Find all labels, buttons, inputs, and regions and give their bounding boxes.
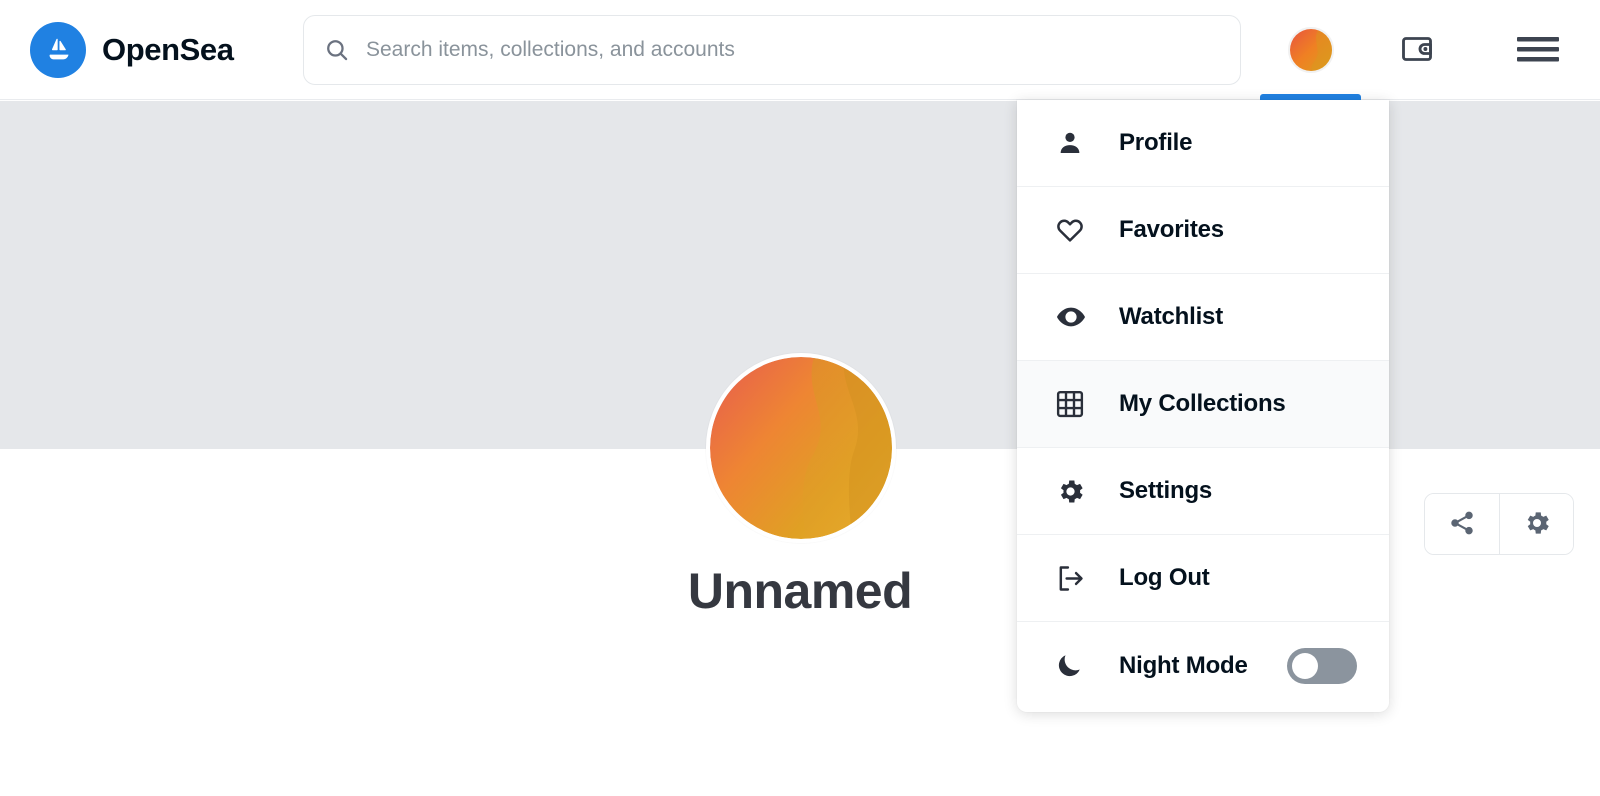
menu-item-favorites[interactable]: Favorites <box>1017 187 1389 274</box>
opensea-sailboat-logo-icon <box>30 21 86 78</box>
share-button[interactable] <box>1425 494 1499 554</box>
hamburger-menu-icon <box>1517 33 1559 68</box>
menu-item-profile[interactable]: Profile <box>1017 100 1389 187</box>
menu-item-settings[interactable]: Settings <box>1017 448 1389 535</box>
search-icon <box>324 37 350 63</box>
account-dropdown-menu: Profile Favorites Watchlist My Collectio… <box>1017 100 1389 712</box>
menu-item-label: Settings <box>1119 477 1213 504</box>
menu-item-label: Profile <box>1119 129 1193 156</box>
toggle-knob <box>1292 652 1318 679</box>
menu-item-night-mode[interactable]: Night Mode <box>1017 622 1389 709</box>
profile-action-buttons <box>1424 493 1574 555</box>
person-icon <box>1055 128 1089 158</box>
gear-icon <box>1055 476 1089 507</box>
menu-item-label: Watchlist <box>1119 303 1223 330</box>
eye-icon <box>1055 301 1089 333</box>
gear-icon <box>1522 508 1552 541</box>
opensea-profile-page: OpenSea Search items, collections, and a… <box>0 0 1600 796</box>
search-bar[interactable] <box>303 15 1241 85</box>
menu-item-label: Night Mode <box>1119 651 1248 679</box>
brand-logo-link[interactable]: OpenSea <box>30 21 234 78</box>
moon-icon <box>1055 651 1089 680</box>
grid-icon <box>1055 389 1089 419</box>
logout-icon <box>1055 563 1089 594</box>
heart-icon <box>1055 215 1089 245</box>
menu-item-label: Log Out <box>1119 564 1210 591</box>
search-input[interactable] <box>366 38 1220 62</box>
wallet-icon <box>1399 31 1435 70</box>
user-avatar-gradient-icon <box>1287 27 1334 73</box>
hamburger-menu-button[interactable] <box>1498 0 1578 100</box>
night-mode-toggle[interactable] <box>1287 647 1357 684</box>
site-header: OpenSea <box>0 0 1600 100</box>
menu-item-label: My Collections <box>1119 390 1286 417</box>
wallet-button[interactable] <box>1377 0 1457 100</box>
menu-item-label: Favorites <box>1119 216 1224 243</box>
settings-button[interactable] <box>1499 494 1573 554</box>
header-avatar-button[interactable] <box>1260 0 1361 100</box>
menu-item-my-collections[interactable]: My Collections <box>1017 361 1389 448</box>
brand-name: OpenSea <box>102 31 234 67</box>
menu-item-log-out[interactable]: Log Out <box>1017 535 1389 622</box>
menu-item-watchlist[interactable]: Watchlist <box>1017 274 1389 361</box>
profile-avatar[interactable] <box>706 353 896 543</box>
profile-avatar-gradient-icon <box>710 357 892 539</box>
share-icon <box>1448 509 1476 540</box>
